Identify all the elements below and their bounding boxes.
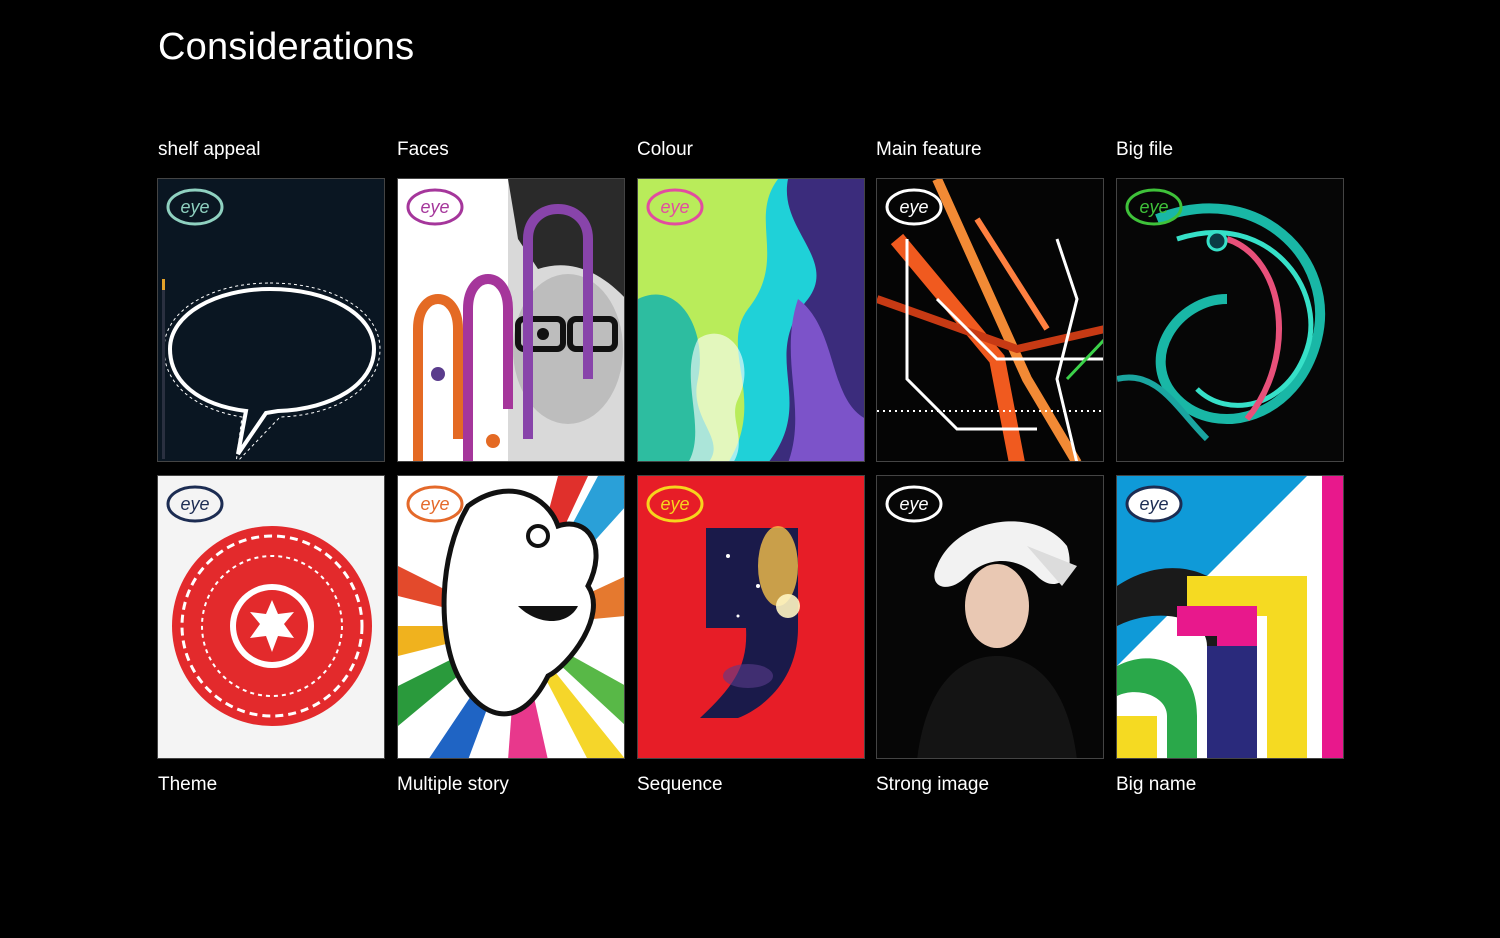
svg-text:eye: eye <box>660 494 689 514</box>
svg-text:eye: eye <box>420 197 449 217</box>
label-big-file: Big file <box>1116 139 1174 160</box>
svg-text:eye: eye <box>420 494 449 514</box>
label-big-name: Big name <box>1116 774 1197 795</box>
label-colour: Colour <box>637 139 693 160</box>
eye-logo-icon: eye <box>405 483 465 525</box>
label-theme: Theme <box>158 774 218 795</box>
label-strong-image: Strong image <box>876 774 990 795</box>
label-multiple-story: Multiple story <box>397 774 509 795</box>
svg-text:eye: eye <box>180 197 209 217</box>
svg-text:eye: eye <box>899 197 928 217</box>
page-title: Considerations <box>158 26 415 68</box>
svg-text:eye: eye <box>1139 197 1168 217</box>
label-shelf-appeal: shelf appeal <box>158 139 261 160</box>
eye-logo-icon: eye <box>405 186 465 228</box>
label-faces: Faces <box>397 139 449 160</box>
eye-logo-icon: eye <box>645 483 705 525</box>
eye-logo-icon: eye <box>165 483 225 525</box>
eye-logo-icon: eye <box>884 186 944 228</box>
eye-logo-icon: eye <box>1124 483 1184 525</box>
eye-logo-icon: eye <box>1124 186 1184 228</box>
spine-strip <box>162 279 165 459</box>
eye-logo-icon: eye <box>165 186 225 228</box>
label-sequence: Sequence <box>637 774 723 795</box>
label-main-feature: Main feature <box>876 139 982 160</box>
eye-logo-icon: eye <box>884 483 944 525</box>
svg-text:eye: eye <box>1139 494 1168 514</box>
svg-text:eye: eye <box>660 197 689 217</box>
svg-text:eye: eye <box>180 494 209 514</box>
svg-text:eye: eye <box>899 494 928 514</box>
eye-logo-icon: eye <box>645 186 705 228</box>
